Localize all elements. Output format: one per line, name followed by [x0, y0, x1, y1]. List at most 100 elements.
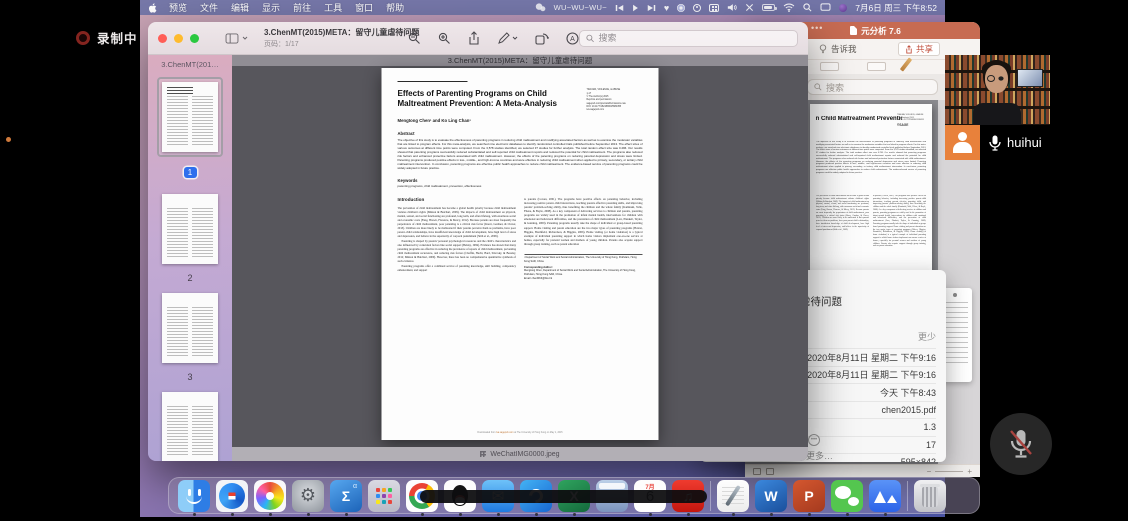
dock-icon-glyph	[710, 481, 711, 511]
app-status-icon[interactable]	[839, 4, 847, 12]
share-button[interactable]	[468, 31, 480, 45]
menu-bar-clock[interactable]: 7月6日 周三 下午8:52	[855, 2, 937, 14]
powerpoint-icon[interactable]: P	[793, 480, 825, 512]
running-indicator-dot	[231, 513, 234, 516]
rotate-button[interactable]	[535, 32, 549, 45]
trash-icon[interactable]	[914, 480, 946, 512]
share-button[interactable]: 共享	[898, 42, 940, 56]
app-menus: 预览文件编辑显示前往工具窗口帮助	[169, 1, 417, 14]
zoom-slider[interactable]	[935, 471, 963, 472]
participant-row[interactable]: huihui	[945, 125, 1042, 160]
launchpad-icon[interactable]	[368, 480, 400, 512]
running-indicator-dot	[573, 513, 576, 516]
participant-video[interactable]	[945, 55, 1050, 125]
shared-screen-border-bar	[420, 490, 707, 503]
monitor-in-video	[1017, 69, 1043, 87]
menu-item[interactable]: 文件	[200, 1, 218, 14]
finder-icon[interactable]	[178, 480, 210, 512]
menu-item[interactable]: 工具	[324, 1, 342, 14]
running-indicator-dot	[846, 513, 849, 516]
chevron-down-icon	[242, 36, 248, 40]
running-indicator-dot	[497, 513, 500, 516]
thumbnail-image	[162, 194, 218, 264]
safari-icon[interactable]	[216, 480, 248, 512]
menu-bar-extras: WU~WU~WU~ ♥ 7月6日 周三 下午8:52	[535, 2, 937, 14]
running-indicator-dot	[269, 513, 272, 516]
volume-icon[interactable]	[727, 3, 737, 12]
menu-item[interactable]: 编辑	[231, 1, 249, 14]
input-method-icon[interactable]	[709, 4, 719, 12]
journal-line: tva.sagepub.com	[587, 109, 643, 112]
wechat-menubar-icon[interactable]	[535, 3, 546, 12]
photos-pinwheel-icon[interactable]	[254, 480, 286, 512]
menu-item[interactable]: 窗口	[355, 1, 373, 14]
page-thumbnail-2[interactable]: 2	[157, 194, 223, 283]
toolbar-box-icon[interactable]	[867, 62, 886, 71]
sigma-stats-app-icon[interactable]: Σ	[330, 480, 362, 512]
zoom-window-button[interactable]	[190, 34, 199, 43]
word-icon[interactable]: W	[755, 480, 787, 512]
zoom-out-button[interactable]	[408, 32, 421, 45]
tell-me-button[interactable]: 告诉我	[819, 43, 857, 55]
next-track-icon[interactable]	[647, 4, 656, 12]
spotlight-search-icon[interactable]	[803, 3, 812, 12]
page-thumbnail-4[interactable]	[157, 392, 223, 461]
play-icon[interactable]	[632, 4, 639, 12]
menu-bar: 预览文件编辑显示前往工具窗口帮助 WU~WU~WU~ ♥ 7月6日 周三 下午8…	[140, 0, 945, 15]
page-thumbnail-1[interactable]: 1	[157, 77, 223, 180]
show-less-link[interactable]: 更少	[918, 330, 936, 343]
preview-search-field[interactable]	[579, 30, 798, 47]
dock-divider	[710, 481, 711, 511]
sidebar-toggle-button[interactable]	[225, 33, 248, 44]
notes-icon[interactable]	[717, 480, 749, 512]
disc-status-icon[interactable]	[677, 4, 685, 12]
recording-indicator: 录制中	[76, 28, 138, 47]
close-button[interactable]	[158, 34, 167, 43]
page-thumbnail-3[interactable]: 3	[157, 293, 223, 382]
office-search-field[interactable]: 搜索	[807, 79, 938, 95]
window-title: 3.ChenMT(2015)META：留守儿童虐待问题	[264, 27, 392, 38]
markup-button[interactable]	[497, 32, 518, 45]
zoom-out-control[interactable]: −	[927, 467, 932, 476]
apple-menu-icon[interactable]	[148, 3, 157, 13]
scissors-icon[interactable]	[745, 3, 754, 12]
paper-title: Effects of Parenting Programs on Child M…	[398, 89, 576, 109]
system-preferences-icon[interactable]: ⚙	[292, 480, 324, 512]
mute-button[interactable]	[990, 413, 1052, 475]
preview-titlebar[interactable]: 3.ChenMT(2015)META：留守儿童虐待问题 页码：1/17 A	[148, 22, 808, 55]
battery-icon[interactable]	[762, 4, 775, 11]
previous-track-icon[interactable]	[615, 4, 624, 12]
menu-item[interactable]: 显示	[262, 1, 280, 14]
microphone-icon	[989, 135, 1001, 151]
page-number-label: 3	[157, 372, 223, 382]
running-indicator-dot	[459, 513, 462, 516]
screen-record-icon[interactable]	[693, 4, 701, 12]
affiliation: ¹ Department of Social Work and Social A…	[524, 256, 643, 263]
meeting-app-icon[interactable]	[869, 480, 901, 512]
wechat-icon[interactable]	[831, 480, 863, 512]
menu-item[interactable]: 帮助	[386, 1, 404, 14]
menu-item[interactable]: 前往	[293, 1, 311, 14]
pencil-tool-icon[interactable]	[900, 57, 912, 71]
dock-divider	[907, 481, 908, 511]
view-mode-icon[interactable]	[753, 468, 761, 475]
display-icon[interactable]	[820, 3, 831, 12]
search-input[interactable]	[598, 33, 791, 43]
toolbar-box-icon[interactable]	[820, 62, 839, 71]
wifi-icon[interactable]	[783, 3, 795, 12]
window-menu-dots[interactable]: •••	[811, 23, 823, 33]
zoom-in-control[interactable]: +	[967, 467, 972, 476]
menu-item[interactable]: 预览	[169, 1, 187, 14]
zoom-in-button[interactable]	[438, 32, 451, 45]
heart-icon[interactable]: ♥	[664, 3, 669, 13]
participant-name: huihui	[1007, 135, 1042, 150]
minimize-button[interactable]	[174, 34, 183, 43]
dock-icon-glyph	[717, 480, 749, 512]
running-indicator-dot	[345, 513, 348, 516]
thumbnail-image	[162, 392, 218, 461]
show-more-link[interactable]: 更多…	[806, 449, 833, 462]
highlight-button[interactable]: A	[566, 32, 579, 45]
view-mode-icon[interactable]	[766, 468, 774, 475]
selected-thumbnail-ring	[157, 77, 223, 157]
emoji-icon[interactable]: •••	[808, 434, 820, 446]
